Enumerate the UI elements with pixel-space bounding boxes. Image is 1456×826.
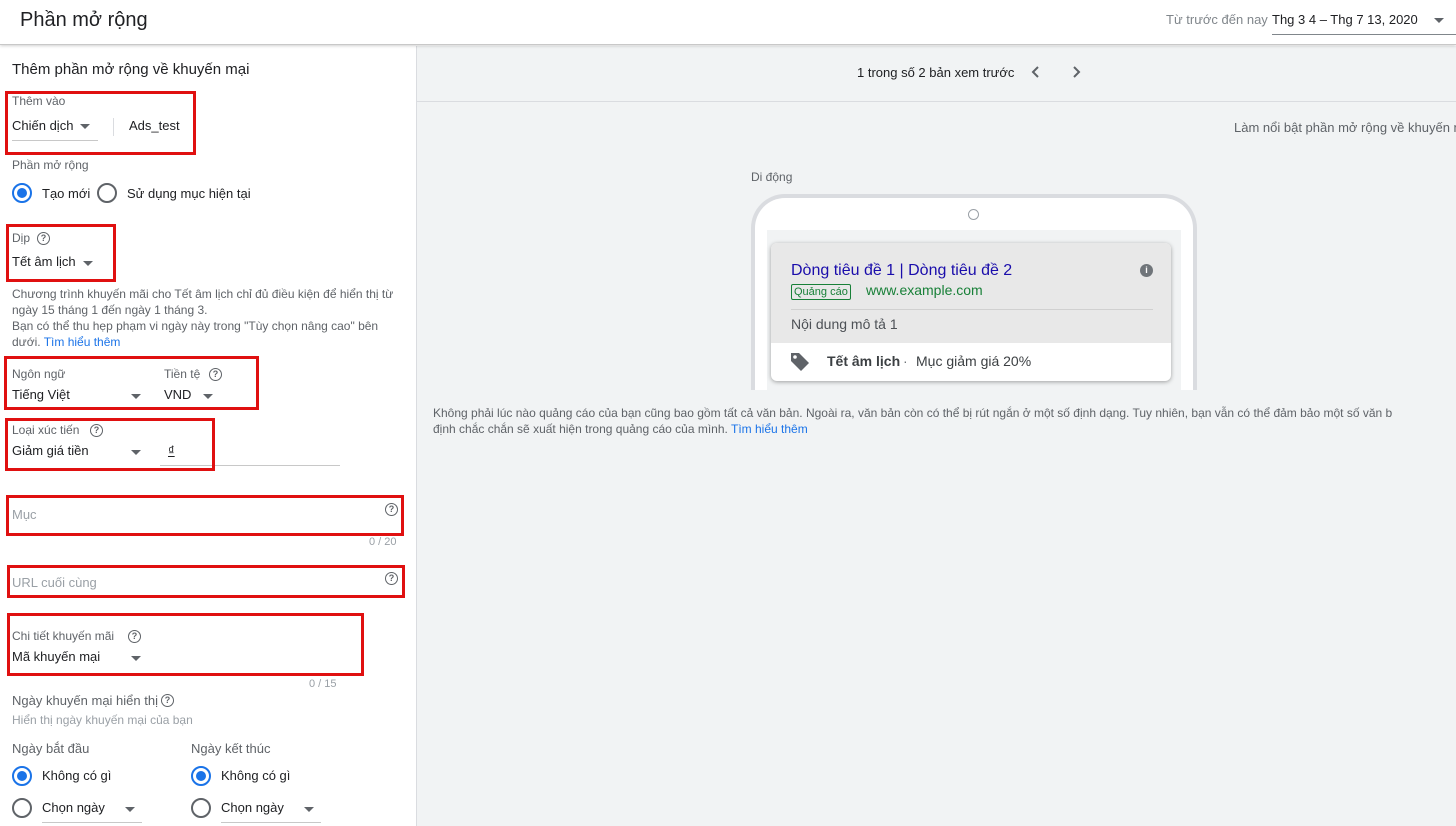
end-date-label: Ngày kết thúc — [191, 741, 271, 756]
page-title: Phần mở rộng — [20, 9, 148, 31]
camera-dot — [968, 209, 979, 220]
end-date-pick-select[interactable]: Chọn ngày — [221, 796, 321, 822]
start-date-pick-select[interactable]: Chọn ngày — [42, 796, 142, 822]
divider — [791, 309, 1153, 310]
use-existing-label: Sử dụng mục hiện tại — [127, 186, 251, 201]
display-dates-hint: Hiển thị ngày khuyến mại của bạn — [12, 713, 193, 727]
annotation-highlight — [6, 224, 116, 282]
promotion-extension-form: Thêm phần mở rộng về khuyến mại Thêm vào… — [0, 46, 417, 826]
learn-more-link[interactable]: Tìm hiểu thêm — [44, 335, 121, 349]
info-icon[interactable]: i — [1140, 264, 1153, 277]
next-preview-button[interactable] — [1067, 62, 1085, 82]
preview-navigation: 1 trong số 2 bản xem trước — [417, 46, 1456, 102]
promotion-details-counter: 0 / 15 — [309, 678, 337, 690]
annotation-highlight — [4, 356, 259, 410]
date-range-value: Thg 3 4 – Thg 7 13, 2020 — [1272, 12, 1418, 27]
create-new-radio[interactable] — [12, 183, 32, 203]
device-label: Di động — [751, 170, 793, 184]
promo-text: Mục giảm giá 20% — [916, 353, 1032, 369]
end-date-pick-radio[interactable] — [191, 798, 211, 818]
preview-counter: 1 trong số 2 bản xem trước — [857, 65, 1015, 80]
date-range-label: Từ trước đến nay — [1166, 12, 1268, 27]
ad-preview-card: Dòng tiêu đề 1 | Dòng tiêu đề 2 i Quảng … — [771, 243, 1171, 381]
tag-icon — [791, 353, 809, 371]
item-char-counter: 0 / 20 — [369, 536, 397, 548]
promotion-row: Tết âm lịch · Mục giảm giá 20% — [777, 347, 1165, 375]
ad-display-url: www.example.com — [866, 282, 983, 298]
select-underline — [221, 822, 321, 823]
promo-separator: · — [903, 353, 908, 369]
ad-headline[interactable]: Dòng tiêu đề 1 | Dòng tiêu đề 2 — [791, 262, 1012, 280]
occasion-info-text: Chương trình khuyến mãi cho Tết âm lịch … — [12, 287, 394, 349]
learn-more-link[interactable]: Tìm hiểu thêm — [731, 422, 808, 436]
promo-occasion: Tết âm lịch — [827, 353, 901, 369]
highlight-preview-text: Làm nổi bật phần mở rộng về khuyến m — [1234, 120, 1456, 135]
chevron-right-icon — [1073, 66, 1081, 78]
display-dates-label: Ngày khuyến mại hiển thị — [12, 693, 158, 708]
start-date-pick-label: Chọn ngày — [42, 800, 105, 815]
end-date-none-radio[interactable] — [191, 766, 211, 786]
end-date-pick-label: Chọn ngày — [221, 800, 284, 815]
start-date-pick-radio[interactable] — [12, 798, 32, 818]
select-underline — [42, 822, 142, 823]
ad-description: Nội dung mô tả 1 — [791, 316, 898, 332]
preview-panel: 1 trong số 2 bản xem trước Làm nổi bật p… — [417, 46, 1456, 826]
chevron-down-icon — [125, 807, 135, 812]
annotation-highlight — [7, 613, 364, 676]
end-date-none-label: Không có gì — [221, 768, 291, 783]
start-date-label: Ngày bắt đầu — [12, 741, 90, 756]
use-existing-radio[interactable] — [97, 183, 117, 203]
annotation-highlight — [7, 565, 405, 598]
annotation-highlight — [5, 91, 196, 155]
annotation-highlight — [6, 495, 404, 536]
annotation-highlight — [5, 418, 215, 471]
start-date-none-label: Không có gì — [42, 768, 112, 783]
start-date-none-radio[interactable] — [12, 766, 32, 786]
top-bar: Phần mở rộng Từ trước đến nay Thg 3 4 – … — [0, 0, 1456, 45]
previous-preview-button[interactable] — [1027, 62, 1045, 82]
preview-disclaimer: Không phải lúc nào quảng cáo của bạn cũn… — [433, 406, 1393, 436]
chevron-down-icon — [304, 807, 314, 812]
ad-badge: Quảng cáo — [791, 284, 851, 300]
help-icon[interactable]: ? — [161, 694, 174, 707]
chevron-down-icon — [1434, 18, 1444, 23]
create-new-label: Tạo mới — [42, 186, 91, 201]
form-title: Thêm phần mở rộng về khuyến mại — [12, 61, 250, 78]
chevron-left-icon — [1031, 66, 1039, 78]
date-range-selector[interactable]: Thg 3 4 – Thg 7 13, 2020 — [1272, 5, 1456, 35]
extension-label: Phần mở rộng — [12, 158, 89, 172]
